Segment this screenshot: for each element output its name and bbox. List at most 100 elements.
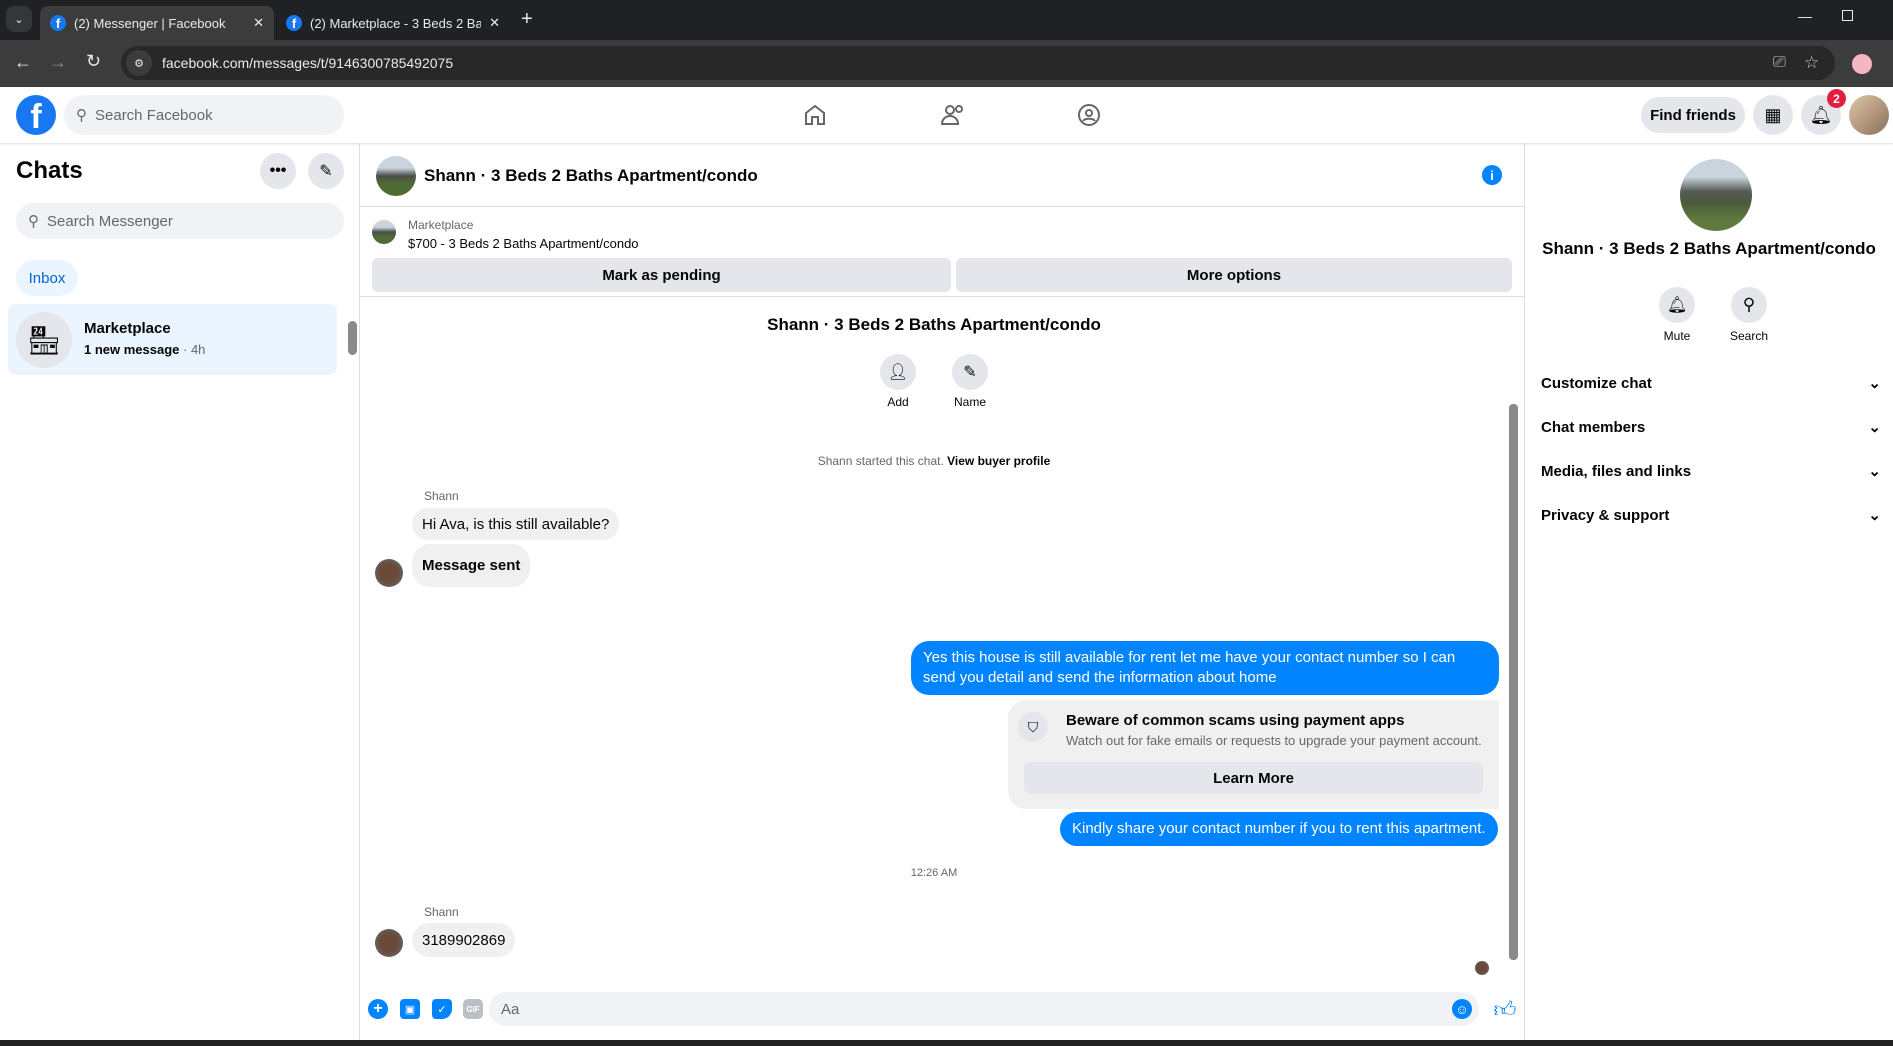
message-bubble[interactable]: Hi Ava, is this still available? <box>412 508 620 540</box>
forward-icon[interactable]: → <box>49 52 67 73</box>
gif-icon[interactable]: GIF <box>463 999 483 1019</box>
warning-title: Beware of common scams using payment app… <box>1066 712 1405 729</box>
mark-as-pending-button[interactable]: Mark as pending <box>372 258 951 292</box>
chat-preview: 1 new message <box>84 342 180 357</box>
media-files-links-section[interactable]: Media, files and links ⌄ <box>1541 462 1881 481</box>
section-label: Media, files and links <box>1541 462 1692 480</box>
chat-members-section[interactable]: Chat members ⌄ <box>1541 418 1881 437</box>
search-icon: ⚲ <box>1742 295 1756 314</box>
view-buyer-profile-link[interactable]: View buyer profile <box>947 454 1050 468</box>
mark-as-pending-label: Mark as pending <box>602 266 721 284</box>
bell-icon: 🔔︎ <box>1809 104 1833 125</box>
intro-title: Shann · 3 Beds 2 Baths Apartment/condo <box>767 315 1101 334</box>
conversation-pane: Shann · 3 Beds 2 Baths Apartment/condo i… <box>360 143 1525 1040</box>
close-tab-icon[interactable]: ✕ <box>253 15 264 31</box>
facebook-favicon-icon: f <box>286 15 302 31</box>
new-tab-button[interactable]: + <box>521 8 533 31</box>
sticker-icon[interactable]: ✓ <box>432 999 452 1019</box>
install-app-icon[interactable]: ⎚ <box>1773 54 1786 72</box>
message-text: Hi Ava, is this still available? <box>422 515 610 533</box>
inbox-filter[interactable]: Inbox <box>16 260 78 296</box>
conversation-avatar[interactable] <box>376 156 416 196</box>
reload-icon[interactable]: ↻ <box>86 51 101 72</box>
site-settings-icon[interactable]: ⚙ <box>126 50 152 76</box>
learn-more-label: Learn More <box>1213 769 1294 787</box>
find-friends-button[interactable]: Find friends <box>1641 97 1745 133</box>
search-placeholder: Search Messenger <box>47 212 173 230</box>
tab-marketplace[interactable]: f (2) Marketplace - 3 Beds 2 Baths ✕ <box>276 6 510 40</box>
details-panel: Shann · 3 Beds 2 Baths Apartment/condo 🔔… <box>1525 143 1893 1040</box>
tab-title: (2) Marketplace - 3 Beds 2 Baths <box>310 15 482 31</box>
like-thumb-icon[interactable]: 👍︎ <box>1492 996 1518 1022</box>
details-title: Shann · 3 Beds 2 Baths Apartment/condo <box>1542 239 1876 258</box>
menu-grid-button[interactable]: ▦ <box>1753 95 1793 135</box>
restore-button[interactable] <box>1842 10 1853 21</box>
shield-icon: ⛉ <box>1018 712 1048 742</box>
taskbar <box>0 1040 1893 1046</box>
customize-chat-section[interactable]: Customize chat ⌄ <box>1541 374 1881 393</box>
info-icon[interactable]: i <box>1482 165 1502 185</box>
search-icon: ⚲ <box>28 213 39 230</box>
groups-icon[interactable] <box>1077 103 1101 127</box>
conversation-title[interactable]: Shann · 3 Beds 2 Baths Apartment/condo <box>424 166 758 186</box>
chat-started-text: Shann started this chat. <box>817 454 944 468</box>
message-text: Message sent <box>422 557 521 574</box>
message-bubble-outgoing[interactable]: Yes this house is still available for re… <box>911 641 1499 695</box>
bookmark-star-icon[interactable]: ☆ <box>1804 53 1819 73</box>
message-text: 3189902869 <box>422 931 506 949</box>
tab-messenger[interactable]: f (2) Messenger | Facebook ✕ <box>40 6 274 40</box>
url-text: facebook.com/messages/t/9146300785492075 <box>162 55 454 71</box>
inbox-label: Inbox <box>28 269 66 287</box>
message-bubble-outgoing[interactable]: Kindly share your contact number if you … <box>1060 812 1498 846</box>
add-person-button[interactable]: 👤︎ <box>880 354 916 390</box>
details-avatar <box>1680 159 1752 231</box>
search-messenger-input[interactable]: ⚲ Search Messenger <box>16 203 344 239</box>
compose-icon: ✎ <box>319 163 333 180</box>
search-conversation-button[interactable]: ⚲ <box>1731 287 1767 323</box>
add-label: Add <box>887 395 909 409</box>
name-button[interactable]: ✎ <box>952 354 988 390</box>
new-message-button[interactable]: ✎ <box>308 153 344 189</box>
back-icon[interactable]: ← <box>14 52 32 73</box>
chat-list-item[interactable]: 🏪︎ Marketplace 1 new message · 4h <box>8 304 337 375</box>
chats-title: Chats <box>16 157 83 184</box>
facebook-logo[interactable]: f <box>16 95 56 135</box>
home-icon[interactable] <box>803 103 827 127</box>
browser-tab-bar: ⌄ f (2) Messenger | Facebook ✕ f (2) Mar… <box>0 0 1893 40</box>
messages-scrollbar[interactable] <box>1509 404 1518 960</box>
more-options-listing-button[interactable]: More options <box>956 258 1512 292</box>
photo-icon[interactable]: ▣ <box>400 999 420 1019</box>
browser-profile-avatar[interactable] <box>1852 54 1872 74</box>
privacy-support-section[interactable]: Privacy & support ⌄ <box>1541 506 1881 525</box>
sender-avatar[interactable] <box>375 559 403 587</box>
notification-badge: 2 <box>1827 89 1846 108</box>
friends-icon[interactable] <box>940 103 966 127</box>
ellipsis-icon: ••• <box>269 162 287 179</box>
search-label: Search <box>1729 329 1769 343</box>
learn-more-button[interactable]: Learn More <box>1024 762 1483 794</box>
close-tab-icon[interactable]: ✕ <box>489 15 500 31</box>
address-bar[interactable]: ⚙ facebook.com/messages/t/91463007854920… <box>121 46 1835 80</box>
profile-avatar[interactable] <box>1849 95 1889 135</box>
listing-title[interactable]: $700 - 3 Beds 2 Baths Apartment/condo <box>408 236 639 251</box>
facebook-favicon-icon: f <box>50 15 66 31</box>
mute-label: Mute <box>1663 329 1691 343</box>
sidebar-scrollbar[interactable] <box>348 321 357 355</box>
chats-sidebar: Chats ••• ✎ ⚲ Search Messenger Inbox 🏪︎ … <box>0 143 360 1040</box>
message-input[interactable]: Aa <box>489 992 1479 1026</box>
listing-source: Marketplace <box>408 218 474 232</box>
chevron-down-icon: ⌄ <box>1868 463 1881 480</box>
emoji-icon[interactable]: ☺ <box>1452 999 1472 1019</box>
message-bubble[interactable]: 3189902869 <box>412 923 516 957</box>
minimize-button[interactable]: — <box>1798 8 1812 24</box>
tab-search-button[interactable]: ⌄ <box>6 6 32 32</box>
message-bubble[interactable]: Message sent <box>412 544 531 587</box>
plus-icon[interactable]: + <box>368 999 388 1019</box>
timestamp: 12:26 AM <box>910 867 958 879</box>
mute-button[interactable]: 🔔︎ <box>1659 287 1695 323</box>
chat-time: · 4h <box>183 342 206 357</box>
search-facebook-input[interactable]: ⚲ Search Facebook <box>64 95 344 135</box>
listing-thumbnail[interactable] <box>372 220 396 244</box>
sender-avatar[interactable] <box>375 929 403 957</box>
more-options-button[interactable]: ••• <box>260 153 296 189</box>
